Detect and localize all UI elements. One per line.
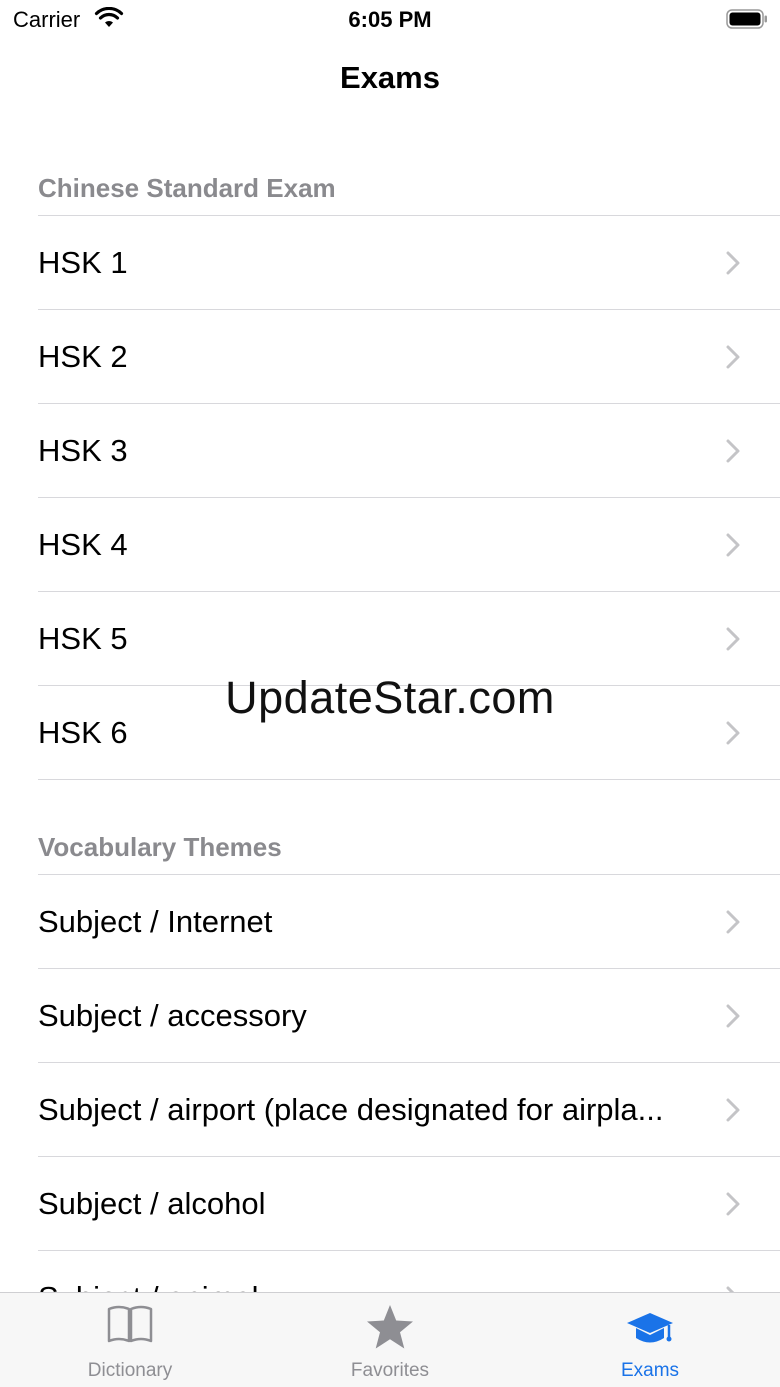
list-item-label: Subject / animal [38,1251,698,1293]
section-header-chinese-standard-exam: Chinese Standard Exam [38,173,336,203]
section-header-vocabulary-themes: Vocabulary Themes [38,832,282,862]
list-item-hsk-1[interactable]: HSK 1 [0,216,780,310]
list-item-subject-internet[interactable]: Subject / Internet [0,875,780,969]
list-item-subject-alcohol[interactable]: Subject / alcohol [0,1157,780,1251]
status-bar: Carrier 6:05 PM [0,0,780,40]
chevron-right-icon [726,251,740,275]
list-item-subject-animal[interactable]: Subject / animal [0,1251,780,1293]
chevron-right-icon [726,439,740,463]
page-title: Exams [340,60,440,95]
list-item-label: HSK 1 [38,245,128,280]
battery-icon [726,9,767,29]
chevron-right-icon [726,627,740,651]
chevron-right-icon [726,533,740,557]
status-time: 6:05 PM [348,7,432,32]
list-item-hsk-4[interactable]: HSK 4 [0,498,780,592]
star-icon [367,1305,413,1349]
chevron-right-icon [726,1004,740,1028]
tab-dictionary[interactable]: Dictionary [0,1293,260,1387]
list-item-hsk-2[interactable]: HSK 2 [0,310,780,404]
book-icon [107,1305,153,1343]
list-item-label: Subject / accessory [38,998,307,1033]
list-item-subject-airport[interactable]: Subject / airport (place designated for … [0,1063,780,1157]
tab-label: Dictionary [87,1360,173,1381]
list-item-label: HSK 2 [38,339,128,374]
list-item-label: Subject / alcohol [38,1186,266,1221]
separator [38,779,780,780]
graduation-cap-icon [627,1313,673,1343]
chevron-right-icon [726,345,740,369]
chevron-right-icon [726,1098,740,1122]
tab-exams[interactable]: Exams [520,1293,780,1387]
chevron-right-icon [726,910,740,934]
list-item-label: Subject / airport (place designated for … [38,1092,664,1127]
tab-bar: Dictionary Favorites Exams [0,1292,780,1387]
list-item-label: Subject / Internet [38,904,273,939]
list-item-label: HSK 4 [38,527,128,562]
list-item-label: HSK 3 [38,433,128,468]
list-item-hsk-3[interactable]: HSK 3 [0,404,780,498]
watermark-text: UpdateStar.com [225,672,555,723]
list-item-subject-accessory[interactable]: Subject / accessory [0,969,780,1063]
tab-label: Favorites [350,1360,430,1381]
chevron-right-icon [726,1192,740,1216]
tab-label: Exams [620,1360,680,1381]
tab-favorites[interactable]: Favorites [260,1293,520,1387]
